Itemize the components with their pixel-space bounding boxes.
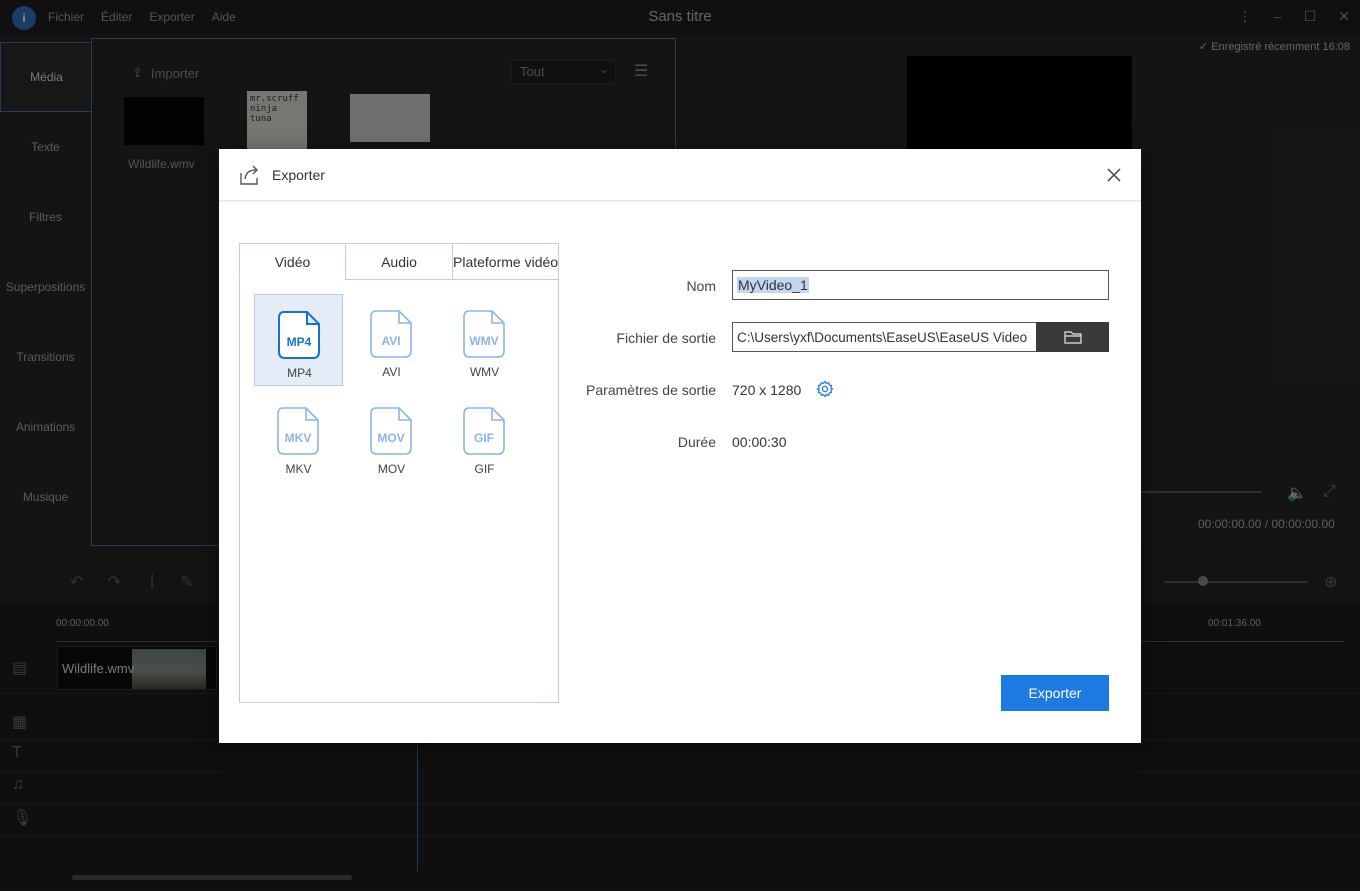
format-gif[interactable]: GIF GIF xyxy=(440,391,529,483)
gear-icon[interactable] xyxy=(816,380,834,398)
header-divider xyxy=(219,201,1141,204)
format-label: WMV xyxy=(469,365,500,379)
duration-value: 00:00:30 xyxy=(732,434,787,450)
format-tag: MKV xyxy=(284,431,312,445)
format-tag: AVI xyxy=(381,334,401,348)
format-panel: Vidéo Audio Plateforme vidéo MP4 MP4 AVI AV… xyxy=(239,243,559,703)
tab-video[interactable]: Vidéo xyxy=(239,243,346,280)
output-file-label: Fichier de sortie xyxy=(616,330,716,346)
format-label: MOV xyxy=(377,462,406,476)
duration-label: Durée xyxy=(677,434,716,450)
format-tag: GIF xyxy=(474,431,494,445)
format-avi[interactable]: AVI AVI xyxy=(347,294,436,386)
name-value: MyVideo_1 xyxy=(737,277,809,293)
format-tag: MOV xyxy=(377,431,405,445)
folder-icon xyxy=(1063,331,1082,344)
format-label: GIF xyxy=(474,462,495,476)
format-wmv[interactable]: WMV WMV xyxy=(440,294,529,386)
format-tag: MP4 xyxy=(286,335,312,349)
format-tabs: Vidéo Audio Plateforme vidéo xyxy=(239,243,559,280)
format-label: MKV xyxy=(285,462,312,476)
browse-folder-button[interactable] xyxy=(1036,322,1109,352)
tab-video-platform[interactable]: Plateforme vidéo xyxy=(452,243,559,280)
output-params-label: Paramètres de sortie xyxy=(586,382,716,398)
dialog-header: Exporter xyxy=(219,149,1141,201)
format-mkv[interactable]: MKV MKV xyxy=(254,391,343,483)
tab-audio[interactable]: Audio xyxy=(345,243,453,280)
format-mov[interactable]: MOV MOV xyxy=(347,391,436,483)
format-mp4[interactable]: MP4 MP4 xyxy=(254,294,343,386)
export-icon xyxy=(240,165,258,185)
export-button[interactable]: Exporter xyxy=(1001,675,1109,711)
format-tag: WMV xyxy=(469,334,499,348)
name-label: Nom xyxy=(686,278,716,294)
export-dialog: Exporter Vidéo Audio Plateforme vidéo MP… xyxy=(219,149,1141,743)
format-label: MP4 xyxy=(287,366,312,380)
name-input[interactable]: MyVideo_1 xyxy=(732,270,1109,300)
format-label: AVI xyxy=(382,365,401,379)
output-params-value: 720 x 1280 xyxy=(732,382,802,398)
close-icon[interactable] xyxy=(1105,166,1123,184)
output-path-input[interactable]: C:\Users\yxf\Documents\EaseUS\EaseUS Vid… xyxy=(732,322,1036,352)
dialog-title: Exporter xyxy=(272,167,325,183)
